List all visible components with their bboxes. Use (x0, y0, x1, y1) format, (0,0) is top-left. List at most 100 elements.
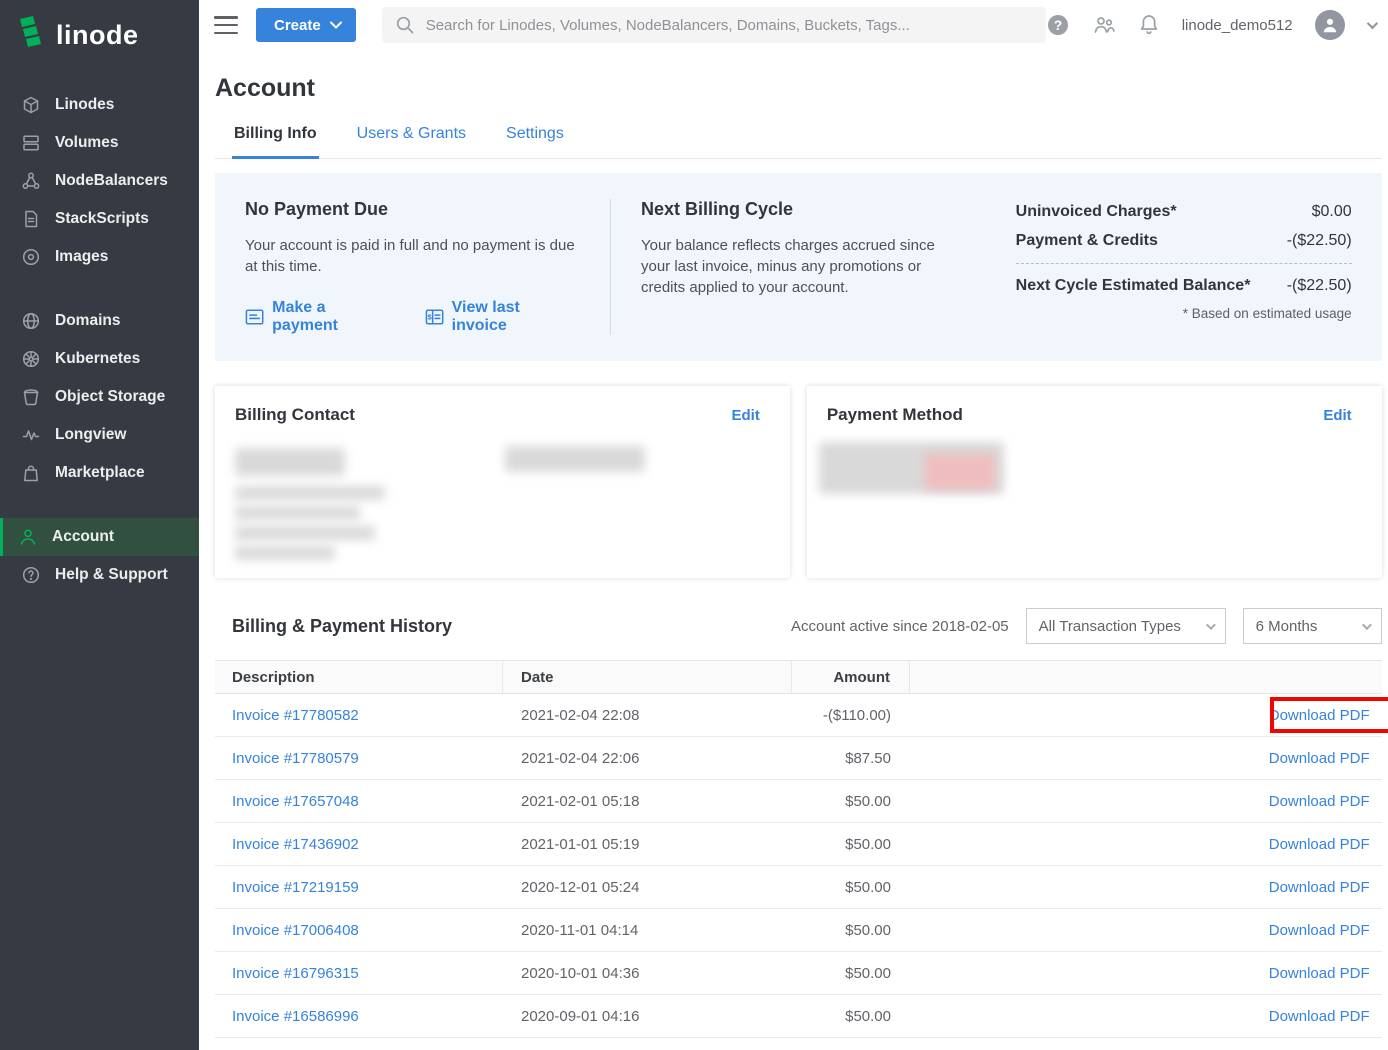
help-button[interactable]: ? (1046, 13, 1070, 37)
linode-logo[interactable]: linode (0, 0, 199, 70)
redacted-contact-name (235, 448, 345, 476)
avatar[interactable] (1315, 10, 1345, 40)
download-pdf-link[interactable]: Download PDF (1269, 879, 1370, 896)
help-icon: ? (1046, 13, 1070, 37)
history-controls: Account active since 2018-02-05 All Tran… (791, 608, 1382, 644)
help-circle-icon (20, 564, 42, 586)
invoice-link[interactable]: Invoice #17219159 (232, 879, 359, 896)
invoice-link[interactable]: Invoice #17006408 (232, 922, 359, 939)
sidebar-item-stackscripts[interactable]: StackScripts (0, 200, 199, 238)
user-icon (1321, 16, 1339, 34)
account-active-since: Account active since 2018-02-05 (791, 618, 1009, 635)
history-title: Billing & Payment History (232, 616, 452, 637)
svg-text:?: ? (1053, 17, 1062, 33)
nav-group-services: Domains Kubernetes Object Storage Longvi… (0, 302, 199, 492)
username-label: linode_demo512 (1182, 17, 1293, 34)
search-input[interactable] (426, 17, 1034, 34)
redacted-contact-line (235, 486, 385, 500)
invoice-amount: $50.00 (792, 793, 910, 810)
bell-icon (1138, 13, 1160, 37)
images-icon (20, 246, 42, 268)
create-button-label: Create (274, 17, 321, 34)
stackscripts-icon (20, 208, 42, 230)
community-button[interactable] (1092, 14, 1116, 36)
download-pdf-link[interactable]: Download PDF (1269, 922, 1370, 939)
estimated-usage-footnote: * Based on estimated usage (1016, 306, 1352, 321)
domains-icon (20, 310, 42, 332)
table-row: Invoice #17780579 2021-02-04 22:06 $87.5… (215, 737, 1382, 780)
longview-icon (20, 424, 42, 446)
marketplace-icon (20, 462, 42, 484)
linodes-icon (20, 94, 42, 116)
sidebar-item-label: Volumes (55, 134, 118, 152)
payment-method-edit-link[interactable]: Edit (1323, 407, 1351, 424)
download-pdf-link[interactable]: Download PDF (1269, 965, 1370, 982)
estimated-balance-value: -($22.50) (1287, 277, 1352, 295)
chevron-down-icon (1206, 620, 1216, 630)
download-pdf-link[interactable]: Download PDF (1269, 1008, 1370, 1025)
sidebar-item-account[interactable]: Account (0, 518, 199, 556)
no-payment-column: No Payment Due Your account is paid in f… (245, 199, 611, 335)
table-row: Invoice #16586996 2020-09-01 04:16 $50.0… (215, 995, 1382, 1038)
download-pdf-link[interactable]: Download PDF (1269, 707, 1370, 724)
tab-billing-info[interactable]: Billing Info (232, 123, 319, 159)
billing-contact-card: Billing Contact Edit (215, 386, 790, 578)
date-range-select[interactable]: 6 Months (1243, 608, 1382, 644)
account-tabs: Billing Info Users & Grants Settings (215, 123, 1382, 159)
invoice-link[interactable]: Invoice #17780579 (232, 750, 359, 767)
volumes-icon (20, 132, 42, 154)
view-last-invoice-link[interactable]: $ View last invoice (425, 299, 575, 335)
create-button[interactable]: Create (256, 8, 356, 42)
sidebar-item-label: Help & Support (55, 566, 168, 584)
sidebar-item-help-support[interactable]: Help & Support (0, 556, 199, 594)
tab-users-grants[interactable]: Users & Grants (355, 123, 468, 159)
column-header-description: Description (215, 661, 503, 693)
invoice-link[interactable]: Invoice #17657048 (232, 793, 359, 810)
user-menu-chevron-icon[interactable] (1366, 18, 1377, 29)
redacted-contact-line (235, 546, 335, 560)
billing-contact-edit-link[interactable]: Edit (731, 407, 759, 424)
invoice-link[interactable]: Invoice #17436902 (232, 836, 359, 853)
column-header-date: Date (503, 661, 792, 693)
invoice-link[interactable]: Invoice #17780582 (232, 707, 359, 724)
invoice-date: 2021-02-04 22:06 (503, 750, 792, 767)
sidebar-item-volumes[interactable]: Volumes (0, 124, 199, 162)
invoice-link[interactable]: Invoice #16796315 (232, 965, 359, 982)
sidebar-item-marketplace[interactable]: Marketplace (0, 454, 199, 492)
sidebar: linode Linodes Volumes NodeBalancers (0, 0, 199, 1050)
download-pdf-link[interactable]: Download PDF (1269, 836, 1370, 853)
sidebar-item-object-storage[interactable]: Object Storage (0, 378, 199, 416)
sidebar-item-domains[interactable]: Domains (0, 302, 199, 340)
chevron-down-icon (330, 21, 342, 29)
notifications-button[interactable] (1138, 13, 1160, 37)
download-pdf-link[interactable]: Download PDF (1269, 793, 1370, 810)
sidebar-item-linodes[interactable]: Linodes (0, 86, 199, 124)
transaction-type-select[interactable]: All Transaction Types (1026, 608, 1226, 644)
menu-icon[interactable] (214, 16, 238, 34)
sidebar-item-images[interactable]: Images (0, 238, 199, 276)
table-row: Invoice #16796315 2020-10-01 04:36 $50.0… (215, 952, 1382, 995)
nav-group-account: Account Help & Support (0, 518, 199, 594)
make-payment-icon (245, 308, 264, 326)
next-billing-cycle-column: Next Billing Cycle Your balance reflects… (611, 199, 943, 335)
invoice-amount: $50.00 (792, 922, 910, 939)
invoice-amount: $50.00 (792, 879, 910, 896)
sidebar-item-nodebalancers[interactable]: NodeBalancers (0, 162, 199, 200)
invoice-amount: $50.00 (792, 836, 910, 853)
tab-settings[interactable]: Settings (504, 123, 566, 159)
sidebar-item-label: Domains (55, 312, 120, 330)
sidebar-item-label: Longview (55, 426, 126, 444)
view-invoice-icon: $ (425, 308, 444, 326)
uninvoiced-charges-value: $0.00 (1312, 203, 1352, 221)
sidebar-item-kubernetes[interactable]: Kubernetes (0, 340, 199, 378)
no-payment-title: No Payment Due (245, 199, 574, 220)
sidebar-item-longview[interactable]: Longview (0, 416, 199, 454)
invoice-amount: $50.00 (792, 1008, 910, 1025)
invoice-link[interactable]: Invoice #16586996 (232, 1008, 359, 1025)
payment-links: Make a payment $ View last invoice (245, 299, 574, 335)
invoice-date: 2020-11-01 04:14 (503, 922, 792, 939)
make-payment-link[interactable]: Make a payment (245, 299, 391, 335)
download-pdf-link[interactable]: Download PDF (1269, 750, 1370, 767)
invoice-date: 2020-09-01 04:16 (503, 1008, 792, 1025)
sidebar-item-label: Linodes (55, 96, 114, 114)
